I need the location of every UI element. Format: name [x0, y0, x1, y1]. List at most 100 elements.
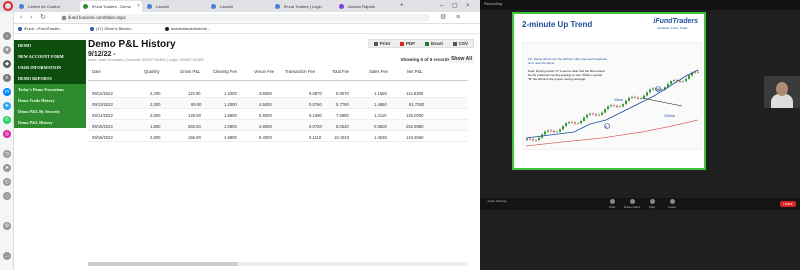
col-venue-fee[interactable]: Venue Fee	[254, 69, 274, 74]
menu-icon[interactable]: ≡	[456, 13, 460, 23]
cell-date: 09/13/2022	[92, 101, 113, 107]
chat-button[interactable]: Chat	[602, 199, 622, 209]
bookmark-label: academiadeoliverde...	[171, 26, 211, 31]
shared-screen: 2-minute Up Trend iFundTraders Evaluate.…	[512, 12, 706, 170]
table-row: 09/13/2022 2,000 89.00 1.2000 4.5000 0.0…	[88, 98, 468, 109]
col-quantity[interactable]: Quantity	[144, 69, 160, 74]
col-transaction-fee[interactable]: Transaction Fee	[285, 69, 315, 74]
reload-icon[interactable]: ↻	[40, 13, 46, 23]
close-tab-icon[interactable]: ×	[137, 1, 140, 12]
send-icon[interactable]: ➤	[3, 164, 11, 172]
candle-body	[562, 126, 564, 130]
tab-launch-1[interactable]: Launch	[144, 1, 206, 12]
bookmark-ifund[interactable]: iFund - iFundTrader...	[18, 24, 62, 34]
clock-icon[interactable]: ◴	[3, 178, 11, 186]
candle-body	[538, 137, 540, 141]
participant-video[interactable]	[764, 76, 800, 108]
back-icon[interactable]: ‹	[20, 13, 22, 23]
candle-body	[580, 120, 582, 124]
maximize-icon[interactable]: ▢	[452, 0, 458, 12]
history-icon[interactable]: ◷	[3, 150, 11, 158]
nav-demo-reports[interactable]: DEMO REPORTS	[14, 73, 86, 84]
tab-acceso-rapido[interactable]: Acceso Rápido	[336, 1, 398, 12]
whatsapp-icon[interactable]: ✆	[3, 116, 11, 124]
slide-title: 2-minute Up Trend	[522, 20, 593, 29]
export-toolbar: Print PDF Excel CSV	[367, 39, 474, 48]
tab-favicon-icon	[339, 4, 344, 9]
tab-ifund-login[interactable]: iFund Traders | Login	[272, 1, 334, 12]
tab-strip: Centro de Control iFund Traders - Demo × …	[0, 0, 480, 12]
forward-icon[interactable]: ›	[30, 13, 32, 23]
tab-launch-2[interactable]: Launch	[208, 1, 270, 12]
col-total-fee[interactable]: Total Fee	[332, 69, 349, 74]
address-bar[interactable]: ifund.fusionis.com/Main.aspx	[60, 14, 430, 22]
col-sales-fee[interactable]: Sales Fee	[369, 69, 388, 74]
home-icon[interactable]: ⌂	[3, 32, 11, 40]
leave-button[interactable]: Leave	[780, 201, 796, 207]
print-button[interactable]: Print	[369, 40, 395, 47]
candle-body	[619, 106, 621, 107]
nav-new-account-form[interactable]: NEW ACCOUNT FORM	[14, 51, 86, 62]
instagram-icon[interactable]: ◎	[3, 130, 11, 138]
cell-date: 09/15/2022	[92, 123, 113, 129]
cell-transaction-fee: 0.1110	[309, 134, 322, 140]
candle-body	[559, 129, 561, 132]
new-tab-icon[interactable]: +	[400, 0, 404, 12]
audio-settings-button[interactable]: Audio Settings	[482, 199, 512, 203]
tab-centro-control[interactable]: Centro de Control	[16, 1, 78, 12]
candle-body	[592, 113, 594, 115]
tab-ifund-demo[interactable]: iFund Traders - Demo ×	[80, 1, 142, 12]
cell-gross-pl: 89.00	[191, 101, 202, 107]
close-window-icon[interactable]: ×	[466, 0, 470, 12]
cell-total-fee: 7.6890	[336, 112, 349, 118]
cell-gross-pl: 149.00	[188, 112, 201, 118]
nav-todays-demo-executions[interactable]: Today's Demo Executions	[14, 84, 86, 95]
pdf-button[interactable]: PDF	[395, 40, 420, 47]
speed-dial-icon[interactable]: ★	[3, 46, 11, 54]
nav-user-information[interactable]: USER INFORMATION	[14, 62, 86, 73]
col-date[interactable]: Date	[92, 69, 101, 74]
candle-body	[682, 81, 684, 82]
nav-demo-trade-history[interactable]: Demo Trade History	[14, 95, 86, 106]
cell-sales-fee: 0.9500	[374, 123, 387, 129]
cell-venue-fee: 5.9000	[259, 112, 272, 118]
opera-logo-icon[interactable]	[3, 1, 13, 11]
minimize-icon[interactable]: –	[440, 0, 443, 12]
cell-total-fee: 6.0520	[336, 123, 349, 129]
nav-demo-pl-by-security[interactable]: Demo P&L By Security	[14, 106, 86, 117]
show-all-button[interactable]: Show All	[449, 56, 474, 63]
leave-control-button[interactable]: Leave	[662, 199, 682, 209]
horizontal-scrollbar[interactable]	[88, 262, 468, 266]
col-net-pl[interactable]: Net P&L	[407, 69, 423, 74]
col-gross-pl[interactable]: Gross P&L	[180, 69, 200, 74]
candle-body	[532, 139, 534, 141]
candle-body	[607, 106, 609, 110]
bookmark-oliver[interactable]: (17) Oliver's Bitcoin...	[90, 24, 134, 34]
raise-hand-button[interactable]: Raise Hand	[622, 199, 642, 209]
wallet-icon[interactable]: ◆	[3, 60, 11, 68]
bookmark-academia[interactable]: academiadeoliverde...	[165, 24, 210, 34]
recording-indicator: Recording	[484, 1, 503, 6]
cell-quantity: 1,800	[150, 123, 161, 129]
cell-transaction-fee: 0.1090	[309, 112, 322, 118]
col-clearing-fee[interactable]: Clearing Fee	[213, 69, 237, 74]
more-icon[interactable]: …	[3, 252, 11, 260]
telegram-icon[interactable]: ➤	[3, 102, 11, 110]
candle-body	[529, 138, 531, 140]
cube-icon[interactable]: ◇	[3, 192, 11, 200]
flow-icon[interactable]: ≡	[3, 74, 11, 82]
nav-demo-pl-history[interactable]: Demo P&L History	[14, 117, 86, 128]
label-b: B	[656, 88, 659, 92]
nav-demo[interactable]: DEMO	[14, 40, 86, 51]
qa-button[interactable]: Q&A	[642, 199, 662, 209]
candle-body	[595, 114, 597, 116]
print-label: Print	[379, 41, 390, 46]
scrollbar-thumb[interactable]	[88, 262, 238, 266]
messenger-icon[interactable]: m	[3, 88, 11, 96]
candle-body	[574, 122, 576, 124]
excel-button[interactable]: Excel	[420, 40, 448, 47]
csv-button[interactable]: CSV	[448, 40, 473, 47]
extensions-icon[interactable]: ⚙	[440, 13, 446, 23]
settings-icon[interactable]: ⚙	[3, 222, 11, 230]
cell-venue-fee: 4.9000	[259, 123, 272, 129]
